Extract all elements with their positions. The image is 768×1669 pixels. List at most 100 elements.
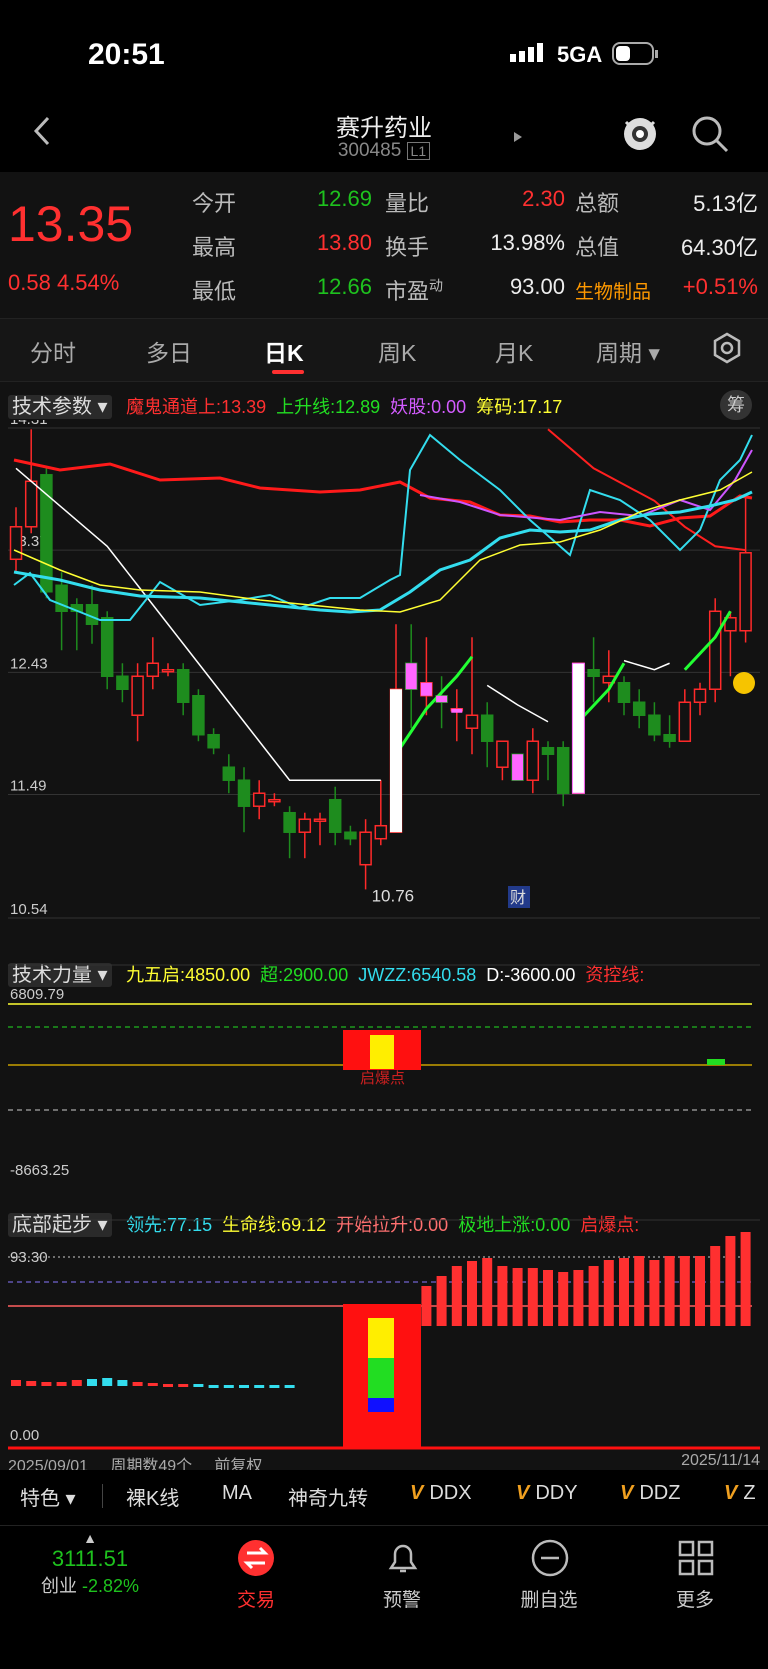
candle-body — [556, 746, 570, 794]
volume-bar — [497, 1266, 508, 1326]
candle-body — [192, 694, 205, 736]
feature-0[interactable]: 裸K线 — [126, 1482, 179, 1511]
feature-2[interactable]: 神奇九转 — [288, 1482, 368, 1511]
v-icon: V — [410, 1482, 424, 1504]
volume-bar — [467, 1261, 477, 1326]
emoji-icon — [733, 672, 755, 694]
volume-bar — [239, 1385, 249, 1388]
tab-active-indicator — [272, 370, 304, 374]
highlight-candle — [451, 708, 463, 713]
signal-mark — [707, 1059, 725, 1065]
trade-icon[interactable] — [236, 1538, 276, 1583]
highlight-candle — [436, 695, 448, 703]
feature-label: DDX — [429, 1482, 472, 1504]
y-tick: -8663.25 — [10, 1162, 69, 1179]
v-icon: V — [516, 1482, 530, 1504]
panel1-legend-item: 筹码:17.17 — [476, 397, 563, 417]
candle-body — [374, 824, 388, 840]
feature-divider — [102, 1484, 103, 1508]
feature-label: 裸K线 — [126, 1488, 180, 1510]
tab-3[interactable]: 周K — [378, 334, 416, 368]
play-icon[interactable] — [512, 130, 524, 149]
volume-bar — [695, 1256, 705, 1326]
remove-watchlist-icon[interactable] — [530, 1538, 570, 1583]
volume-bar — [223, 1385, 234, 1388]
candle-body — [55, 584, 68, 613]
candle-body — [359, 831, 372, 866]
volume-bar — [269, 1385, 280, 1388]
volume-bar — [588, 1266, 599, 1326]
index-widget[interactable]: ▲ 3111.51 创业 -2.82% — [30, 1530, 150, 1598]
highlight-candle — [420, 682, 432, 696]
volume-bar — [421, 1286, 432, 1326]
nav-0[interactable]: 交易 — [201, 1585, 311, 1612]
quote-value: 12.69 — [316, 186, 372, 211]
tab-4[interactable]: 月K — [495, 334, 533, 368]
candle-body — [116, 675, 129, 690]
feature-5[interactable]: V DDZ — [620, 1482, 680, 1505]
volume-bar — [558, 1272, 569, 1326]
candle-body — [176, 669, 190, 703]
rise-line — [683, 610, 732, 671]
big-candle — [390, 689, 402, 833]
volume-bar — [208, 1385, 219, 1388]
quote-label: 最高 — [192, 235, 237, 260]
quote-label: 最低 — [192, 279, 237, 304]
alert-icon[interactable] — [383, 1538, 423, 1583]
search-icon[interactable] — [690, 114, 730, 159]
candle-body — [480, 714, 494, 742]
volume-bar — [11, 1380, 21, 1386]
quote-value: +0.51% — [682, 274, 758, 299]
candle-body — [663, 733, 676, 742]
tab-2[interactable]: 日K — [264, 334, 304, 368]
candle-body — [298, 818, 312, 833]
volume-bar — [254, 1385, 265, 1388]
feature-label: DDZ — [639, 1482, 681, 1504]
chip-badge[interactable]: 筹 — [720, 390, 752, 420]
nav-2[interactable]: 删自选 — [494, 1585, 604, 1612]
feature-label: Z — [743, 1482, 756, 1504]
volume-bar — [147, 1383, 158, 1386]
mascot-icon[interactable] — [620, 112, 660, 159]
more-icon[interactable] — [676, 1538, 716, 1583]
candle-body — [313, 818, 327, 822]
quote-value: 13.80 — [316, 230, 372, 255]
volume-bar — [679, 1256, 690, 1326]
settings-icon[interactable] — [710, 331, 744, 370]
tab-0[interactable]: 分时 — [30, 334, 76, 368]
feature-1[interactable]: MA — [222, 1482, 252, 1505]
volume-bar — [26, 1381, 37, 1386]
feature-6[interactable]: VZ — [724, 1482, 756, 1505]
candle-body — [678, 701, 692, 742]
volume-bar — [634, 1256, 645, 1326]
volume-bar — [512, 1268, 523, 1326]
kline-chart[interactable]: 14.3113.3712.4311.4910.5410.76财6809.79-8… — [0, 420, 768, 1470]
volume-bar — [710, 1246, 721, 1326]
candle-body — [100, 617, 114, 677]
volume-bar — [436, 1276, 447, 1326]
volume-bar — [619, 1258, 629, 1326]
candle-body — [252, 792, 266, 807]
candle-body — [496, 740, 509, 768]
feature-4[interactable]: V DDY — [516, 1482, 578, 1505]
y-tick: 12.43 — [10, 655, 48, 672]
feature-special[interactable]: 特色 ▾ — [20, 1482, 76, 1511]
feature-3[interactable]: V DDX — [410, 1482, 472, 1505]
tab-5[interactable]: 周期 ▾ — [596, 334, 660, 368]
nav-1[interactable]: 预警 — [347, 1585, 457, 1612]
candle-body — [648, 714, 661, 736]
tab-1[interactable]: 多日 — [146, 334, 192, 368]
signal-block-inner — [370, 1035, 394, 1069]
y-tick: 10.54 — [10, 901, 48, 918]
panel1-legend-item: 妖股:0.00 — [390, 397, 467, 417]
candle-body — [632, 701, 646, 716]
candle-body — [146, 662, 160, 677]
candle-body — [587, 669, 600, 677]
volume-bar — [284, 1385, 295, 1388]
panel1-selector[interactable]: 技术参数 ▾ — [8, 395, 112, 419]
panel1-legend-item: 魔鬼通道上:13.39 — [126, 397, 267, 417]
pe-sup: 动 — [429, 277, 444, 294]
nav-3[interactable]: 更多 — [640, 1585, 750, 1612]
candle-body — [237, 779, 251, 807]
volume-bar — [451, 1266, 462, 1326]
